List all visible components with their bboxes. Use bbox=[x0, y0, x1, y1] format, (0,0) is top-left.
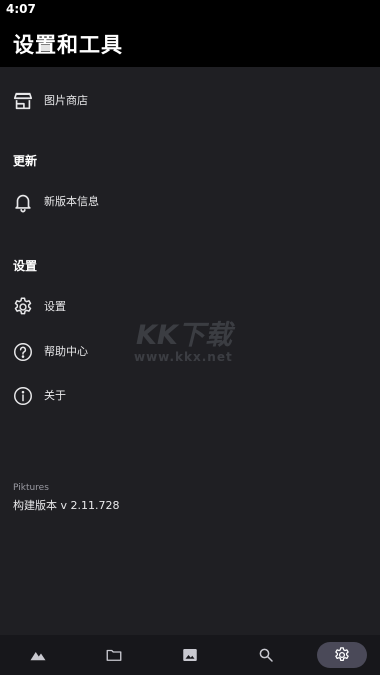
nav-tab-settings[interactable] bbox=[317, 642, 367, 668]
menu-item-about[interactable]: 关于 bbox=[0, 374, 380, 418]
bell-icon bbox=[12, 191, 34, 213]
section-title-update: 更新 bbox=[13, 154, 38, 168]
status-time: 4:07 bbox=[6, 2, 36, 16]
nav-tab-images[interactable] bbox=[165, 642, 215, 668]
menu-item-settings[interactable]: 设置 bbox=[0, 285, 380, 329]
help-icon bbox=[12, 341, 34, 363]
build-version: 构建版本 v 2.11.728 bbox=[13, 499, 120, 512]
nav-tab-search[interactable] bbox=[241, 642, 291, 668]
nav-tab-folders[interactable] bbox=[89, 642, 139, 668]
menu-item-label: 设置 bbox=[44, 300, 66, 313]
menu-item-label: 帮助中心 bbox=[44, 345, 88, 358]
page-title: 设置和工具 bbox=[13, 33, 123, 57]
app-bar: 设置和工具 bbox=[0, 20, 380, 67]
image-icon bbox=[183, 649, 197, 661]
folder-icon bbox=[106, 649, 122, 661]
menu-item-image-store[interactable]: 图片商店 bbox=[0, 79, 380, 123]
menu-item-help-center[interactable]: 帮助中心 bbox=[0, 330, 380, 374]
menu-item-whats-new[interactable]: 新版本信息 bbox=[0, 180, 380, 224]
search-icon bbox=[259, 648, 273, 662]
app-name: Piktures bbox=[13, 483, 49, 493]
mountain-icon bbox=[30, 652, 46, 661]
settings-content: 图片商店 更新 新版本信息 设置 设置 帮助中心 关于 Piktures 构建版… bbox=[0, 67, 380, 635]
menu-item-label: 关于 bbox=[44, 389, 66, 402]
gear-icon bbox=[12, 296, 34, 318]
status-bar: 4:07 bbox=[0, 0, 380, 20]
store-icon bbox=[12, 90, 34, 112]
bottom-nav bbox=[0, 635, 380, 675]
menu-item-label: 图片商店 bbox=[44, 94, 88, 107]
section-title-settings: 设置 bbox=[13, 259, 38, 273]
info-icon bbox=[12, 385, 34, 407]
gear-icon bbox=[335, 647, 349, 662]
nav-tab-moments[interactable] bbox=[13, 642, 63, 668]
menu-item-label: 新版本信息 bbox=[44, 195, 99, 208]
